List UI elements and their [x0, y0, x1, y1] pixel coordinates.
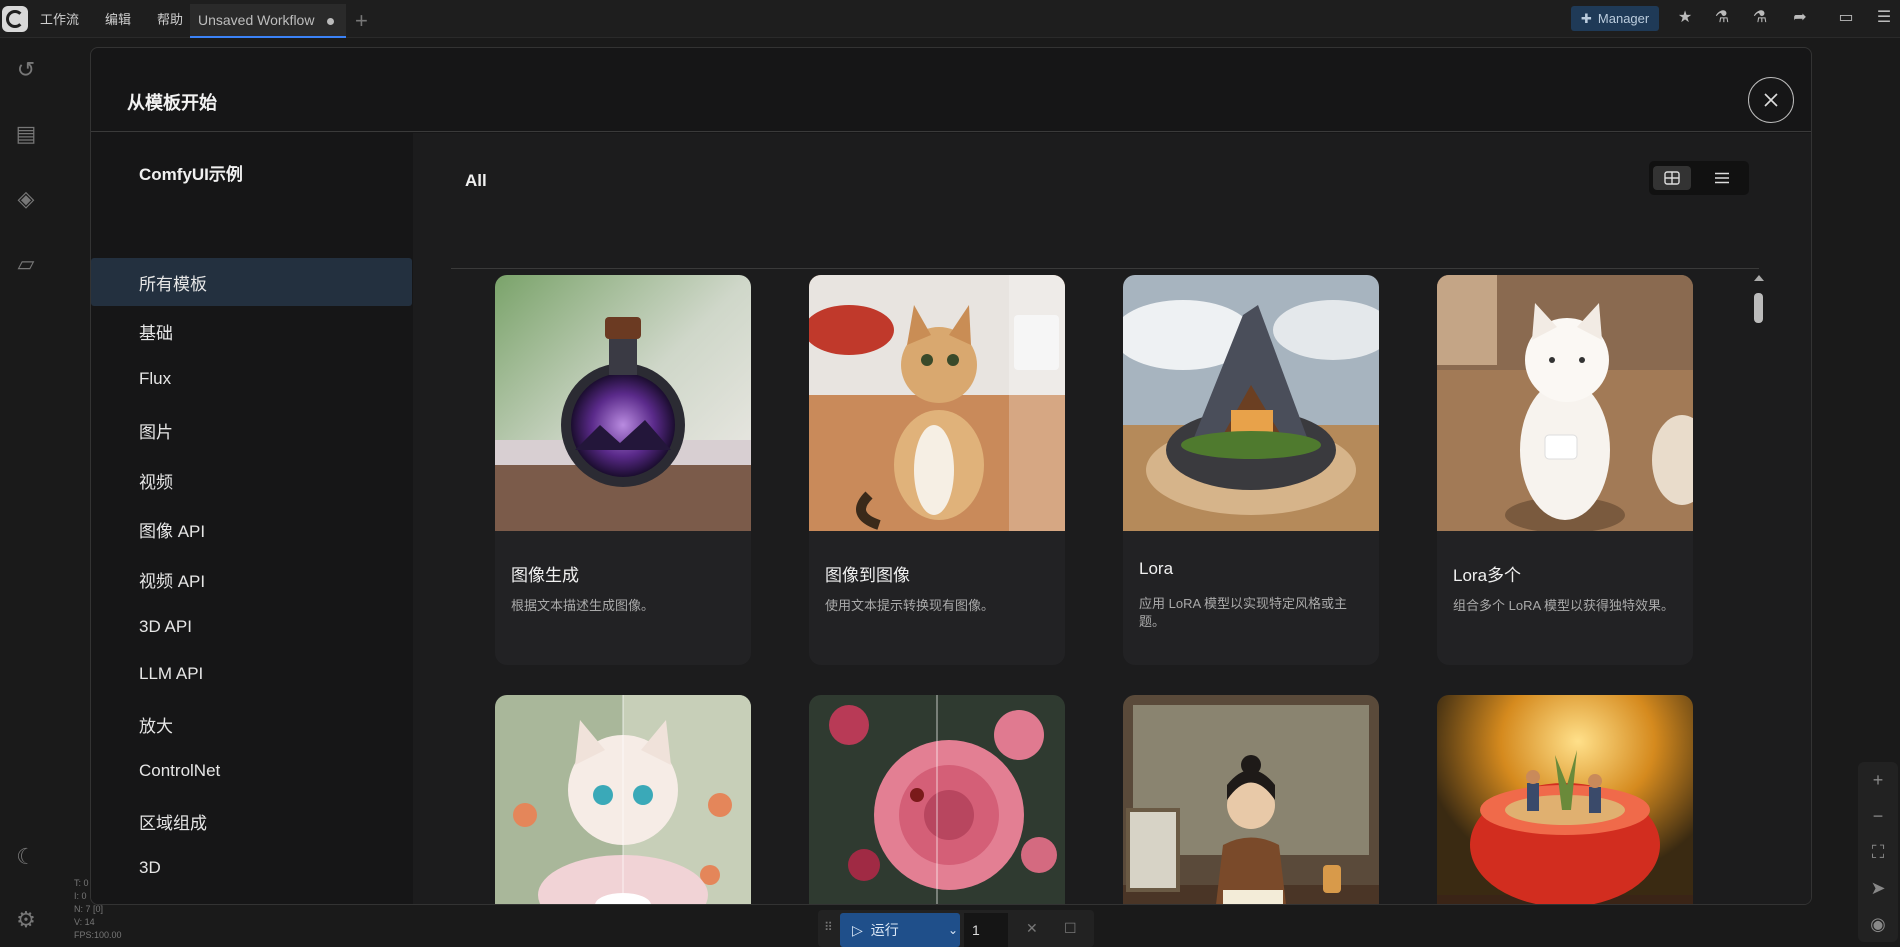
batch-count-input[interactable]: 1 [964, 913, 1008, 947]
card-description: 根据文本描述生成图像。 [511, 598, 655, 613]
menu-workflow[interactable]: 工作流 [40, 9, 79, 28]
node-library-icon[interactable]: ▤ [12, 120, 40, 148]
manager-button[interactable]: ✚ Manager [1571, 6, 1660, 31]
puzzle-icon: ✚ [1581, 10, 1592, 26]
run-toolbar: ⠿ ▷ 运行 ⌄ 1 ✕ ☐ [818, 910, 1094, 947]
zoom-out-icon[interactable]: − [1866, 804, 1890, 828]
sidebar-item-video[interactable]: 视频 [91, 456, 412, 504]
sidebar-item-video-api[interactable]: 视频 API [91, 555, 412, 603]
drag-handle-icon[interactable]: ⠿ [824, 920, 833, 934]
comfyui-logo-icon[interactable] [2, 5, 28, 32]
run-button[interactable]: ▷ 运行 ⌄ [840, 913, 960, 947]
template-card-lora-multiple[interactable]: Lora多个 组合多个 LoRA 模型以获得独特效果。 [1437, 275, 1693, 665]
new-tab-plus-icon[interactable]: + [355, 8, 368, 34]
scroll-up-icon[interactable] [1754, 275, 1764, 281]
dialog-header: 从模板开始 [91, 48, 1811, 132]
template-category-sidebar: ComfyUI示例 所有模板 基础 Flux 图片 视频 图像 API 视频 A… [91, 133, 413, 904]
scrollbar-thumb[interactable] [1754, 293, 1763, 323]
sidebar-item-basic[interactable]: 基础 [91, 307, 412, 355]
card-description: 使用文本提示转换现有图像。 [825, 598, 995, 613]
settings-gear-icon[interactable]: ⚙ [12, 906, 40, 934]
template-card[interactable] [495, 695, 751, 904]
panel-toggle-icon[interactable]: ▭ [1836, 8, 1856, 28]
section-title: All [465, 171, 487, 190]
sidebar-item-upscale[interactable]: 放大 [91, 700, 412, 748]
select-mode-icon[interactable]: ➤ [1866, 876, 1890, 900]
template-card-image-generation[interactable]: 图像生成 根据文本描述生成图像。 [495, 275, 751, 665]
sidebar-item-controlnet[interactable]: ControlNet [91, 747, 412, 795]
template-card-lora[interactable]: Lora 应用 LoRA 模型以实现特定风格或主题。 [1123, 275, 1379, 665]
template-thumbnail [1437, 275, 1693, 531]
workflow-tab-label: Unsaved Workflow [198, 12, 315, 28]
view-mode-toggle [1649, 161, 1749, 195]
template-card-image-to-image[interactable]: 图像到图像 使用文本提示转换现有图像。 [809, 275, 1065, 665]
card-title: 图像到图像 [825, 566, 910, 585]
template-card[interactable] [1437, 695, 1693, 904]
sidebar-item-3d-api[interactable]: 3D API [91, 603, 412, 651]
card-description: 组合多个 LoRA 模型以获得独特效果。 [1453, 598, 1675, 613]
share-icon[interactable]: ➦ [1790, 8, 1810, 28]
template-thumbnail [1437, 695, 1693, 904]
template-thumbnail [495, 695, 751, 904]
template-card[interactable] [809, 695, 1065, 904]
model-library-cube-icon[interactable]: ◈ [12, 185, 40, 213]
workflow-tab[interactable]: Unsaved Workflow [190, 4, 346, 38]
history-icon[interactable]: ↺ [12, 56, 40, 84]
fit-view-icon[interactable]: ⛶ [1866, 840, 1890, 864]
template-thumbnail [809, 695, 1065, 904]
card-title: Lora [1139, 559, 1174, 578]
list-view-icon [1715, 172, 1729, 184]
template-dialog: 从模板开始 ComfyUI示例 所有模板 基础 Flux 图片 视频 图像 AP… [90, 47, 1812, 905]
template-thumbnail [809, 275, 1065, 531]
sidebar-item-all-templates[interactable]: 所有模板 [91, 258, 412, 306]
cancel-x-icon[interactable]: ✕ [1026, 920, 1038, 937]
content-divider [451, 268, 1759, 269]
stat-line: FPS:100.00 [74, 930, 122, 940]
run-options-chevron-icon[interactable]: ⌄ [948, 923, 958, 937]
theme-moon-icon[interactable]: ☾ [12, 843, 40, 871]
flask-icon[interactable]: ⚗ [1712, 8, 1732, 28]
card-description: 应用 LoRA 模型以实现特定风格或主题。 [1139, 596, 1348, 629]
manager-label: Manager [1597, 11, 1650, 26]
template-card[interactable] [1123, 695, 1379, 904]
workflows-folder-icon[interactable]: ▱ [12, 250, 40, 278]
template-grid-panel: All 图像生成 根据文本描述生成图像。 图像到图像 使用文本提示转换现有图像。… [413, 133, 1811, 904]
play-icon: ▷ [852, 921, 863, 938]
sidebar-item-image-api[interactable]: 图像 API [91, 505, 412, 553]
sidebar-item-llm-api[interactable]: LLM API [91, 650, 412, 698]
stop-square-icon[interactable]: ☐ [1064, 920, 1077, 937]
zoom-in-icon[interactable]: + [1866, 768, 1890, 792]
menu-help[interactable]: 帮助 [157, 9, 183, 28]
menu-edit[interactable]: 编辑 [105, 9, 131, 28]
stat-line: V: 14 [74, 917, 95, 927]
flask-alt-icon[interactable]: ⚗ [1750, 8, 1770, 28]
sidebar-item-audio[interactable]: 音频 [91, 889, 412, 904]
hamburger-menu-icon[interactable]: ☰ [1874, 8, 1894, 28]
sidebar-item-image[interactable]: 图片 [91, 406, 412, 454]
unsaved-dot-icon[interactable] [327, 18, 334, 25]
run-label: 运行 [870, 922, 899, 938]
sidebar-item-3d[interactable]: 3D [91, 844, 412, 892]
card-title: 图像生成 [511, 566, 579, 585]
grid-view-icon [1664, 171, 1680, 185]
visibility-eye-icon[interactable]: ◉ [1866, 912, 1890, 936]
sidebar-item-area-composition[interactable]: 区域组成 [91, 797, 412, 845]
template-thumbnail [495, 275, 751, 531]
template-thumbnail [1123, 275, 1379, 531]
card-title: Lora多个 [1453, 566, 1522, 585]
template-thumbnail [1123, 695, 1379, 904]
close-icon [1764, 93, 1778, 107]
close-button[interactable] [1748, 77, 1794, 123]
grid-view-button[interactable] [1653, 166, 1691, 190]
sidebar-item-flux[interactable]: Flux [91, 355, 412, 403]
list-view-button[interactable] [1703, 166, 1741, 190]
star-icon[interactable]: ★ [1675, 8, 1695, 28]
dialog-title: 从模板开始 [127, 93, 217, 113]
sidebar-heading: ComfyUI示例 [139, 165, 243, 184]
